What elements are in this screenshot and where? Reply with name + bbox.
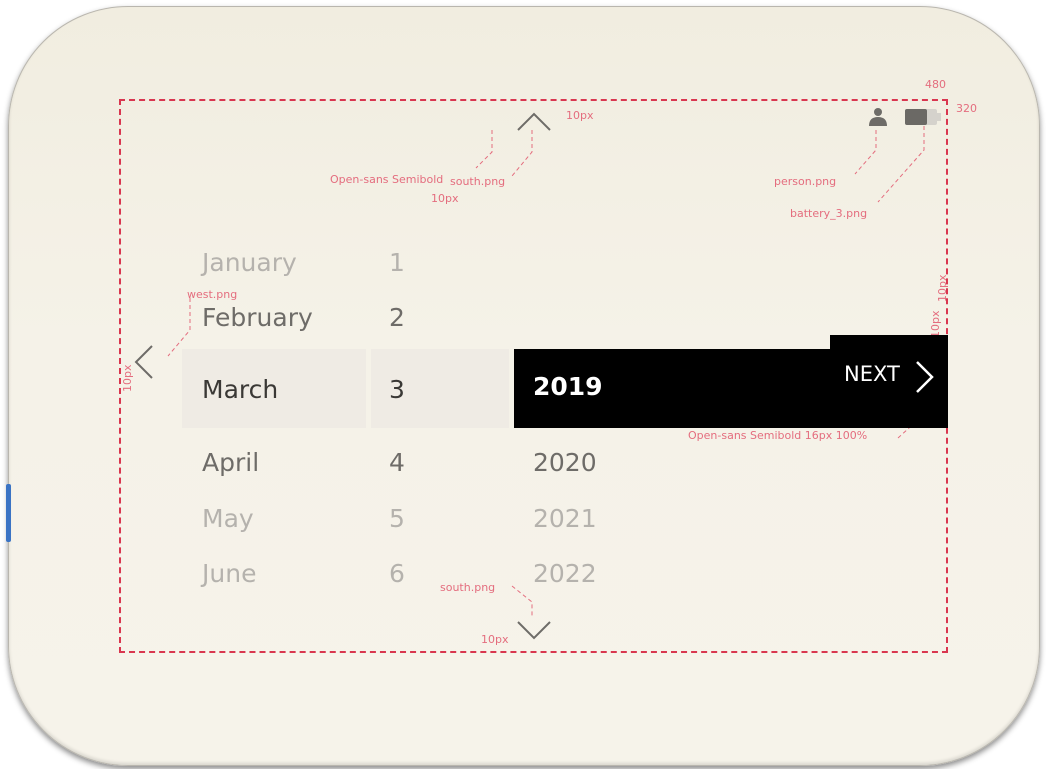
month-item-selected[interactable]: March <box>202 377 278 402</box>
annotation-next-font: Open-sans Semibold 16px 100% <box>688 429 868 442</box>
day-item[interactable]: 4 <box>389 450 405 475</box>
chevron-up-icon[interactable] <box>516 112 552 132</box>
annotation-west-gap: 10px <box>121 364 134 393</box>
day-item[interactable]: 6 <box>389 561 405 586</box>
chevron-left-icon[interactable] <box>134 344 154 380</box>
next-button-label[interactable]: NEXT <box>844 364 900 385</box>
annotation-gap-top2: 10px <box>566 109 594 122</box>
month-item[interactable]: June <box>202 561 256 586</box>
annotation-file-bottom: south.png <box>440 581 496 594</box>
month-item[interactable]: February <box>202 305 313 330</box>
annotation-right-gap-a: 10px <box>929 310 942 339</box>
annotation-gap-top: 10px <box>431 192 459 205</box>
day-item[interactable]: 2 <box>389 305 405 330</box>
frame-height-label: 320 <box>956 102 977 115</box>
month-item[interactable]: January <box>202 250 297 275</box>
month-item[interactable]: April <box>202 450 259 475</box>
annotation-file-top: south.png <box>450 175 506 188</box>
chevron-down-icon[interactable] <box>516 620 552 640</box>
day-item[interactable]: 5 <box>389 506 405 531</box>
year-item[interactable]: 2021 <box>533 506 597 531</box>
day-item[interactable]: 1 <box>389 250 405 275</box>
person-icon <box>869 108 887 126</box>
day-item-selected[interactable]: 3 <box>389 377 405 402</box>
month-item[interactable]: May <box>202 506 254 531</box>
year-item[interactable]: 2020 <box>533 450 597 475</box>
annotation-west: west.png <box>187 288 238 301</box>
frame-width-label: 480 <box>925 78 946 91</box>
annotation-gap-bottom: 10px <box>481 633 509 646</box>
annotation-right-gap-b: 10px <box>936 274 949 303</box>
year-item[interactable]: 2022 <box>533 561 597 586</box>
battery-icon <box>905 109 941 125</box>
year-item-selected[interactable]: 2019 <box>533 374 603 399</box>
annotation-person: person.png <box>774 175 837 188</box>
annotation-font-top: Open-sans Semibold <box>330 173 444 186</box>
annotation-battery: battery_3.png <box>790 207 868 220</box>
chevron-right-icon[interactable] <box>915 360 935 394</box>
